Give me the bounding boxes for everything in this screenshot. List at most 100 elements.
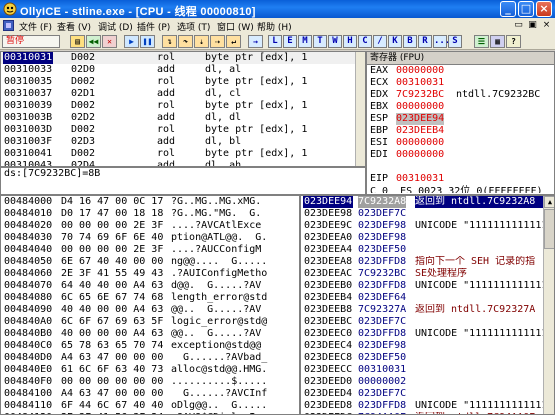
register-row[interactable]: EBP 023DEEB4 — [370, 125, 554, 137]
stack-row[interactable]: 023DEEBC 023DEF7C — [301, 316, 554, 328]
minimize-button[interactable]: _ — [500, 1, 516, 17]
disasm-row[interactable]: 00310039 D002 rol byte ptr [edx], 1 — [1, 100, 365, 112]
dump-row[interactable]: 004840D0 A4 63 47 00 00 00 0 G......?AVba… — [1, 352, 299, 364]
toolbar-references-button[interactable]: R — [418, 35, 432, 48]
toolbar-memory-button[interactable]: M — [298, 35, 312, 48]
stack-row[interactable]: 023DEEB8 7C92327A 返回到 ntdll.7C92327A — [301, 304, 554, 316]
stack-row[interactable]: 023DEE9C 023DEF98 UNICODE "1111111111111 — [301, 220, 554, 232]
step-into-icon[interactable]: ↴ — [162, 35, 177, 48]
registers-pane[interactable]: 寄存器 (FPU) EAX 00000000 ECX 00310031 EDX 7C923… — [366, 51, 555, 195]
stack-row[interactable]: 023DEEB0 023DFFD8 UNICODE "1111111111111 — [301, 280, 554, 292]
dump-pane[interactable]: 00484000 D4 16 47 00 0C 17 4 ?G..MG..MG.xM… — [0, 195, 300, 415]
register-row[interactable]: EBX 00000000 — [370, 101, 554, 113]
stack-row[interactable]: 023DEED4 023DEF7C — [301, 388, 554, 400]
register-row[interactable]: ESI 00000000 — [370, 137, 554, 149]
disasm-row[interactable]: 00310035 D002 rol byte ptr [edx], 1 — [1, 76, 365, 88]
trace-over-icon[interactable]: ⇢ — [210, 35, 225, 48]
disassembly-scrollbar[interactable] — [355, 52, 365, 166]
register-row[interactable]: ESP 023DEE94 — [370, 113, 554, 125]
toolbar-cpu-button[interactable]: C — [358, 35, 372, 48]
dump-row[interactable]: 004840E0 61 6C 6F 63 40 73 7 alloc@std@@.H… — [1, 364, 299, 376]
disasm-row[interactable]: 0031003B 02D2 add dl, dl — [1, 112, 365, 124]
stack-scrollbar[interactable]: ▲ — [543, 196, 554, 414]
register-row[interactable]: ECX 00310031 — [370, 77, 554, 89]
register-row[interactable]: EDX 7C9232BC ntdll.7C9232BC — [370, 89, 554, 101]
doc-close-icon[interactable]: × — [540, 19, 553, 32]
pause-icon[interactable]: ❚❚ — [140, 35, 155, 48]
toolbar-handles-button[interactable]: H — [343, 35, 357, 48]
dump-row[interactable]: 00484020 00 00 00 00 2E 3F 4 ....?AVCAtlEx… — [1, 220, 299, 232]
stack-row[interactable]: 023DEEA0 023DEF98 — [301, 232, 554, 244]
dump-row[interactable]: 004840C0 65 78 63 65 70 74 6 exception@std… — [1, 340, 299, 352]
doc-minimize-icon[interactable]: ▭ — [512, 19, 525, 32]
menu-debug[interactable]: 调试 (D) — [98, 20, 133, 33]
maximize-button[interactable]: □ — [518, 1, 534, 17]
disassembly-pane[interactable]: 00310031 D002 rol byte ptr [edx], 1 00310033… — [0, 51, 366, 167]
help-icon[interactable]: ? — [506, 35, 521, 48]
stack-row[interactable]: 023DEE94 7C9232A8 返回到 ntdll.7C9232A8 — [301, 196, 554, 208]
disasm-row[interactable]: 00310037 02D1 add dl, cl — [1, 88, 365, 100]
register-row[interactable]: EAX 00000000 — [370, 65, 554, 77]
stack-row[interactable]: 023DEEC4 023DEF98 — [301, 340, 554, 352]
dump-row[interactable]: 00484000 D4 16 47 00 0C 17 4 ?G..MG..MG.xM… — [1, 196, 299, 208]
scroll-thumb[interactable] — [544, 209, 554, 249]
dump-row[interactable]: 00484030 70 74 69 6F 6E 40 4 ption@ATL@@. … — [1, 232, 299, 244]
toolbar-breakpoints-button[interactable]: B — [403, 35, 417, 48]
menu-file[interactable]: 文件 (F) — [19, 20, 52, 33]
run-icon[interactable]: ▶ — [124, 35, 139, 48]
options-icon[interactable]: ▦ — [490, 35, 505, 48]
register-row[interactable]: EIP 00310031 — [370, 173, 554, 185]
menu-options[interactable]: 选项 (T) — [177, 20, 210, 33]
menu-view[interactable]: 查看 (V) — [57, 20, 91, 33]
stack-row[interactable]: 023DEED8 023DFFD8 UNICODE "1111111111111 — [301, 400, 554, 412]
disasm-row[interactable]: 00310031 D002 rol byte ptr [edx], 1 — [1, 52, 365, 64]
toolbar-executables-button[interactable]: E — [283, 35, 297, 48]
disasm-row[interactable]: 00310043 02D4 add dl, ah — [1, 160, 365, 166]
disasm-row[interactable]: 00310041 D002 rol byte ptr [edx], 1 — [1, 148, 365, 160]
register-row[interactable]: EDI 00000000 — [370, 149, 554, 161]
menu-window[interactable]: 窗口 (W) — [217, 20, 254, 33]
dump-row[interactable]: 00484060 2E 3F 41 55 49 43 6 .?AUIConfigMe… — [1, 268, 299, 280]
dump-row[interactable]: 004840B0 40 00 00 00 A4 63 4 @@.. G.....?A… — [1, 328, 299, 340]
dump-row[interactable]: 004840F0 00 00 00 00 00 00 0 ..........$..… — [1, 376, 299, 388]
toolbar-callstack-button[interactable]: K — [388, 35, 402, 48]
toolbar-run-trace-button[interactable]: ... — [433, 35, 450, 48]
stack-row[interactable]: 023DEECC 00310031 — [301, 364, 554, 376]
dump-row[interactable]: 00484070 64 40 40 00 A4 63 4 d@@. G.....?A… — [1, 280, 299, 292]
dump-row[interactable]: 00484040 00 00 00 00 2E 3F 4 ....?AUCConfi… — [1, 244, 299, 256]
close-program-icon[interactable]: ✕ — [102, 35, 117, 48]
dump-row[interactable]: 00484110 6F 44 6C 67 40 40 0 oDlg@@.. G...… — [1, 400, 299, 412]
open-icon[interactable]: ▤ — [70, 35, 85, 48]
goto-icon[interactable]: → — [248, 35, 263, 48]
stack-row[interactable]: 023DEEAC 7C9232BC SE处理程序 — [301, 268, 554, 280]
stack-pane[interactable]: 023DEE94 7C9232A8 返回到 ntdll.7C9232A8 023DEE… — [300, 195, 555, 415]
doc-restore-icon[interactable]: ▣ — [526, 19, 539, 32]
dump-row[interactable]: 00484080 6C 65 6E 67 74 68 5 length_error@… — [1, 292, 299, 304]
menu-plugins[interactable]: 插件 (P) — [137, 20, 170, 33]
dump-row[interactable]: 00484010 D0 17 47 00 18 18 4 ?G..MG."MG. G… — [1, 208, 299, 220]
toolbar-patches-button[interactable]: / — [373, 35, 387, 48]
restart-icon[interactable]: ◀◀ — [86, 35, 101, 48]
close-button[interactable]: × — [536, 1, 552, 17]
stack-row[interactable]: 023DEED0 00000002 — [301, 376, 554, 388]
disasm-row[interactable]: 0031003D D002 rol byte ptr [edx], 1 — [1, 124, 365, 136]
menu-help[interactable]: 帮助 (H) — [257, 20, 292, 33]
dump-row[interactable]: 00484100 A4 63 47 00 00 00 0 G......?AVCI… — [1, 388, 299, 400]
stack-row[interactable]: 023DEEA4 023DEF50 — [301, 244, 554, 256]
scroll-up-icon[interactable]: ▲ — [544, 196, 554, 208]
stack-row[interactable]: 023DEEC0 023DFFD8 UNICODE "1111111111111 — [301, 328, 554, 340]
stack-row[interactable]: 023DEEC8 023DEF50 — [301, 352, 554, 364]
toolbar-source-button[interactable]: S — [448, 35, 462, 48]
disasm-row[interactable]: 0031003F 02D3 add dl, bl — [1, 136, 365, 148]
toolbar-threads-button[interactable]: T — [313, 35, 327, 48]
dump-row[interactable]: 00484050 6E 67 40 40 00 00 0 ng@@.... G...… — [1, 256, 299, 268]
appearance-icon[interactable]: ☰ — [474, 35, 489, 48]
toolbar-windows-button[interactable]: W — [328, 35, 342, 48]
stack-row[interactable]: 023DEE98 023DEF7C — [301, 208, 554, 220]
dump-row[interactable]: 00484090 40 40 00 00 A4 63 4 @@.. G.....?A… — [1, 304, 299, 316]
disasm-row[interactable]: 00310033 02D0 add dl, al — [1, 64, 365, 76]
dump-row[interactable]: 004840A0 6C 6F 67 69 63 5F 6 logic_error@s… — [1, 316, 299, 328]
trace-into-icon[interactable]: ⇣ — [194, 35, 209, 48]
step-over-icon[interactable]: ↷ — [178, 35, 193, 48]
execute-till-return-icon[interactable]: ↵ — [226, 35, 241, 48]
